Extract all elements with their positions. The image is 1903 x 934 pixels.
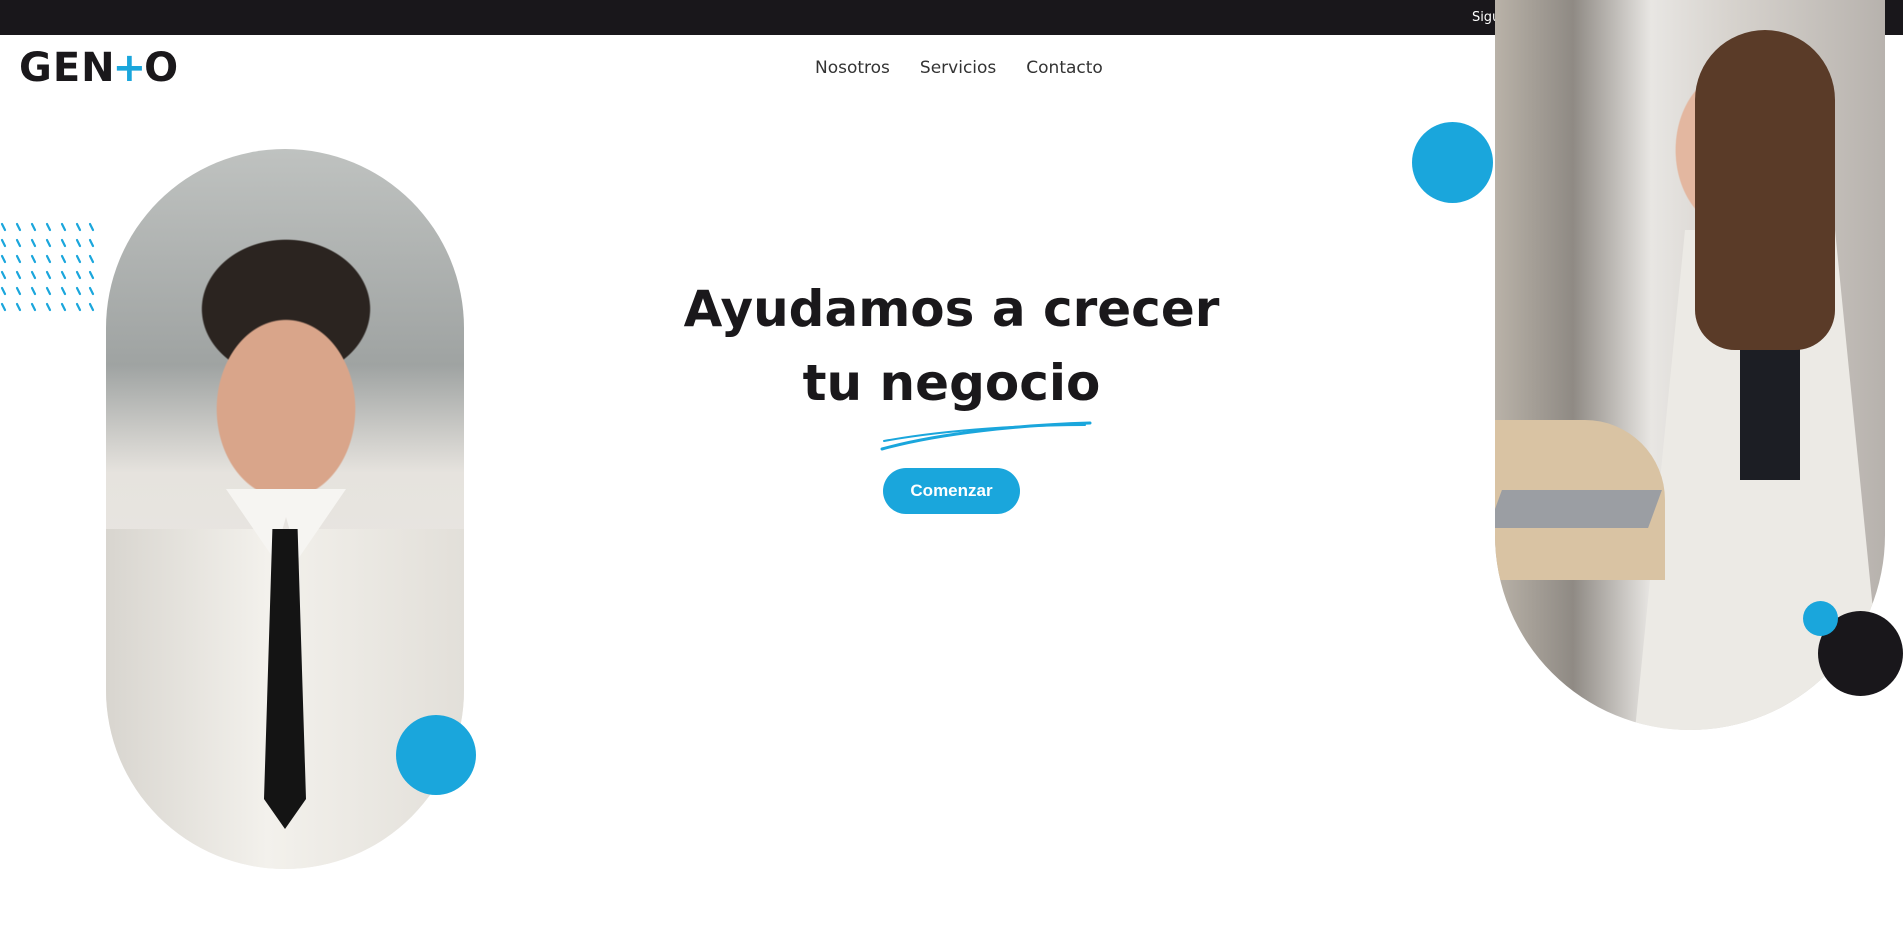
decorative-circle-blue bbox=[1412, 122, 1493, 203]
hero-title-line2: tu negocio bbox=[802, 354, 1101, 412]
nav-link-servicios[interactable]: Servicios bbox=[920, 58, 996, 78]
decorative-circle-blue-small bbox=[1803, 601, 1838, 636]
nav-link-nosotros[interactable]: Nosotros bbox=[815, 58, 890, 78]
photo-laptop bbox=[1495, 490, 1662, 528]
logo-plus: + bbox=[112, 45, 148, 91]
hero-title: Ayudamos a crecer tu negocio bbox=[0, 272, 1903, 420]
start-button[interactable]: Comenzar bbox=[883, 468, 1020, 514]
nav-link-contacto[interactable]: Contacto bbox=[1026, 58, 1103, 78]
logo[interactable]: GEN + O bbox=[19, 45, 180, 91]
hero-title-line1: Ayudamos a crecer bbox=[683, 280, 1220, 338]
main-nav: Nosotros Servicios Contacto bbox=[815, 58, 1103, 78]
decorative-circle-blue bbox=[396, 715, 476, 795]
title-underline-swoosh bbox=[880, 421, 1092, 451]
logo-text-gen: GEN bbox=[19, 45, 116, 91]
logo-text-o: O bbox=[144, 45, 180, 91]
